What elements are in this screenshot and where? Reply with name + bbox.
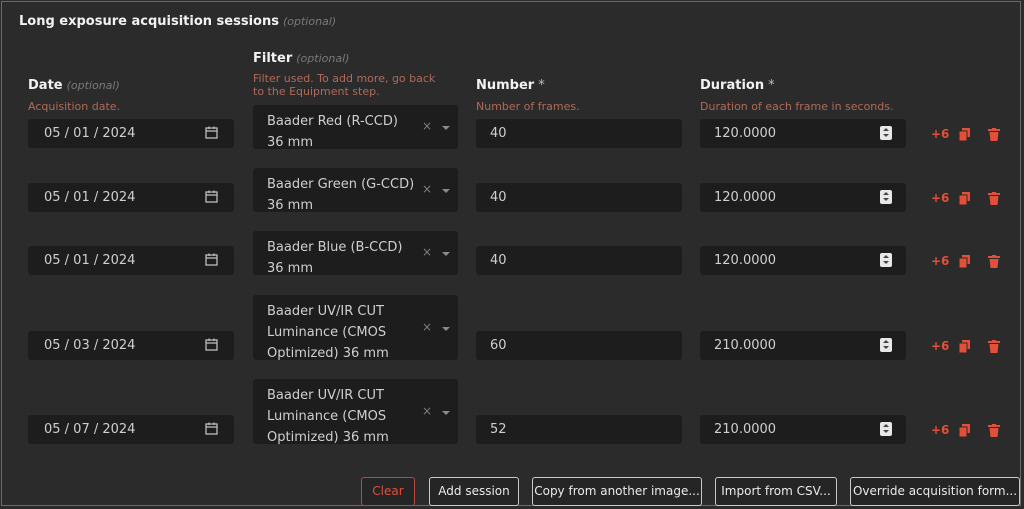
optional-tag: (optional) (282, 15, 337, 28)
filter-select[interactable]: Baader UV/IR CUT Luminance (CMOS Optimiz… (253, 379, 458, 445)
filter-select[interactable]: Baader UV/IR CUT Luminance (CMOS Optimiz… (253, 295, 458, 361)
trash-icon[interactable] (988, 255, 1000, 268)
add-six-button[interactable]: +6 (931, 423, 949, 437)
date-input[interactable]: 05 / 01 / 2024 (28, 119, 234, 148)
chevron-down-icon[interactable] (442, 327, 450, 331)
number-input[interactable]: 52 (476, 415, 682, 444)
clear-filter-icon[interactable]: × (422, 404, 432, 418)
clear-filter-icon[interactable]: × (422, 245, 432, 259)
add-six-button[interactable]: +6 (931, 254, 949, 268)
number-help: Number of frames. (476, 100, 580, 113)
number-input[interactable]: 40 (476, 183, 682, 212)
copy-icon[interactable] (959, 192, 971, 205)
duration-input[interactable]: 210.0000 (700, 415, 906, 444)
chevron-down-icon[interactable] (442, 252, 450, 256)
chevron-down-icon[interactable] (442, 126, 450, 130)
spinner-icon[interactable] (880, 253, 892, 267)
add-session-button[interactable]: Add session (429, 477, 519, 506)
filter-select[interactable]: Baader Red (R-CCD) 36 mm × (253, 105, 458, 150)
copy-icon[interactable] (959, 340, 971, 353)
spinner-icon[interactable] (880, 126, 892, 140)
override-acquisition-form-button[interactable]: Override acquisition form... (850, 477, 1020, 506)
add-six-button[interactable]: +6 (931, 339, 949, 353)
add-six-button[interactable]: +6 (931, 191, 949, 205)
spinner-icon[interactable] (880, 190, 892, 204)
duration-input[interactable]: 120.0000 (700, 119, 906, 148)
filter-select[interactable]: Baader Green (G-CCD) 36 mm × (253, 168, 458, 213)
duration-input[interactable]: 210.0000 (700, 331, 906, 360)
number-input[interactable]: 60 (476, 331, 682, 360)
date-column-header: Date (optional) (28, 78, 120, 93)
chevron-down-icon[interactable] (442, 411, 450, 415)
date-input[interactable]: 05 / 01 / 2024 (28, 246, 234, 275)
calendar-icon[interactable] (205, 422, 218, 435)
clear-button[interactable]: Clear (361, 477, 415, 506)
trash-icon[interactable] (988, 424, 1000, 437)
number-input[interactable]: 40 (476, 119, 682, 148)
duration-input[interactable]: 120.0000 (700, 246, 906, 275)
filter-help: Filter used. To add more, go back to the… (253, 72, 436, 98)
date-help: Acquisition date. (28, 100, 121, 113)
import-csv-button[interactable]: Import from CSV... (715, 477, 837, 506)
date-input[interactable]: 05 / 01 / 2024 (28, 183, 234, 212)
copy-from-image-button[interactable]: Copy from another image... (532, 477, 702, 506)
trash-icon[interactable] (988, 192, 1000, 205)
number-input[interactable]: 40 (476, 246, 682, 275)
clear-filter-icon[interactable]: × (422, 320, 432, 334)
calendar-icon[interactable] (205, 126, 218, 139)
filter-select[interactable]: Baader Blue (B-CCD) 36 mm × (253, 231, 458, 276)
copy-icon[interactable] (959, 255, 971, 268)
chevron-down-icon[interactable] (442, 189, 450, 193)
duration-help: Duration of each frame in seconds. (700, 100, 894, 113)
calendar-icon[interactable] (205, 253, 218, 266)
acquisition-sessions-panel: Long exposure acquisition sessions (optio… (1, 1, 1021, 506)
number-column-header: Number * (476, 78, 545, 93)
trash-icon[interactable] (988, 128, 1000, 141)
clear-filter-icon[interactable]: × (422, 119, 432, 133)
spinner-icon[interactable] (880, 422, 892, 436)
trash-icon[interactable] (988, 340, 1000, 353)
calendar-icon[interactable] (205, 190, 218, 203)
date-input[interactable]: 05 / 07 / 2024 (28, 415, 234, 444)
calendar-icon[interactable] (205, 338, 218, 351)
date-input[interactable]: 05 / 03 / 2024 (28, 331, 234, 360)
spinner-icon[interactable] (880, 338, 892, 352)
duration-column-header: Duration * (700, 78, 775, 93)
clear-filter-icon[interactable]: × (422, 182, 432, 196)
copy-icon[interactable] (959, 128, 971, 141)
duration-input[interactable]: 120.0000 (700, 183, 906, 212)
copy-icon[interactable] (959, 424, 971, 437)
section-title: Long exposure acquisition sessions (optio… (19, 14, 337, 29)
filter-column-header: Filter (optional) (253, 51, 350, 66)
add-six-button[interactable]: +6 (931, 127, 949, 141)
